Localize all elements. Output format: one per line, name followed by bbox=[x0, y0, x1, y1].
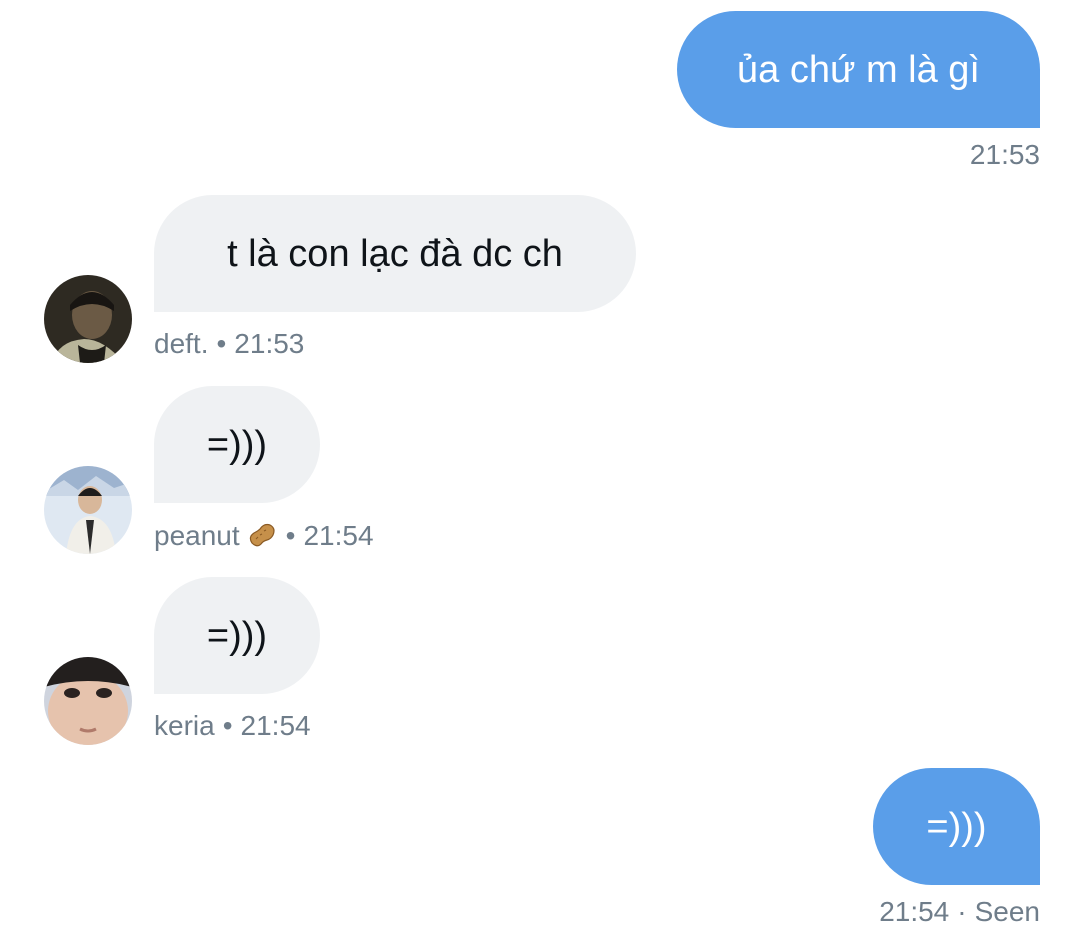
message-meta: keria • 21:54 bbox=[154, 710, 311, 741]
sender-name[interactable]: deft. bbox=[154, 328, 208, 359]
peanut-icon bbox=[249, 523, 275, 547]
avatar-keria-image bbox=[44, 657, 132, 745]
message-bubble-outgoing[interactable]: =))) bbox=[873, 768, 1040, 885]
chat-thread: ủa chứ m là gì 21:53 t là con lạc đà dc … bbox=[0, 0, 1072, 932]
message-text: ủa chứ m là gì bbox=[737, 48, 980, 91]
seen-status: Seen bbox=[974, 896, 1040, 927]
message-timestamp: 21:54 bbox=[240, 710, 311, 741]
message-meta: deft. • 21:53 bbox=[154, 328, 305, 359]
sender-name[interactable]: keria bbox=[154, 710, 215, 741]
message-bubble-incoming[interactable]: =))) bbox=[154, 577, 320, 694]
message-text: =))) bbox=[206, 423, 268, 466]
message-text: =))) bbox=[926, 805, 987, 848]
avatar[interactable] bbox=[44, 275, 132, 363]
message-timestamp: 21:54 bbox=[879, 896, 950, 927]
message-timestamp: 21:53 bbox=[969, 139, 1040, 170]
message-bubble-incoming[interactable]: =))) bbox=[154, 386, 320, 503]
message-meta: peanut • 21:54 bbox=[154, 520, 374, 551]
message-bubble-incoming[interactable]: t là con lạc đà dc ch bbox=[154, 195, 636, 312]
message-text: =))) bbox=[206, 614, 268, 657]
message-bubble-outgoing[interactable]: ủa chứ m là gì bbox=[677, 11, 1040, 128]
message-timestamp: 21:53 bbox=[234, 328, 305, 359]
message-text: t là con lạc đà dc ch bbox=[227, 232, 563, 275]
avatar-deft-image bbox=[44, 275, 132, 363]
avatar[interactable] bbox=[44, 466, 132, 554]
sender-name[interactable]: peanut bbox=[154, 520, 240, 551]
avatar[interactable] bbox=[44, 657, 132, 745]
message-timestamp: 21:54 bbox=[303, 520, 374, 551]
avatar-peanut-image bbox=[44, 466, 132, 554]
message-status: 21:54 · Seen bbox=[879, 896, 1040, 927]
